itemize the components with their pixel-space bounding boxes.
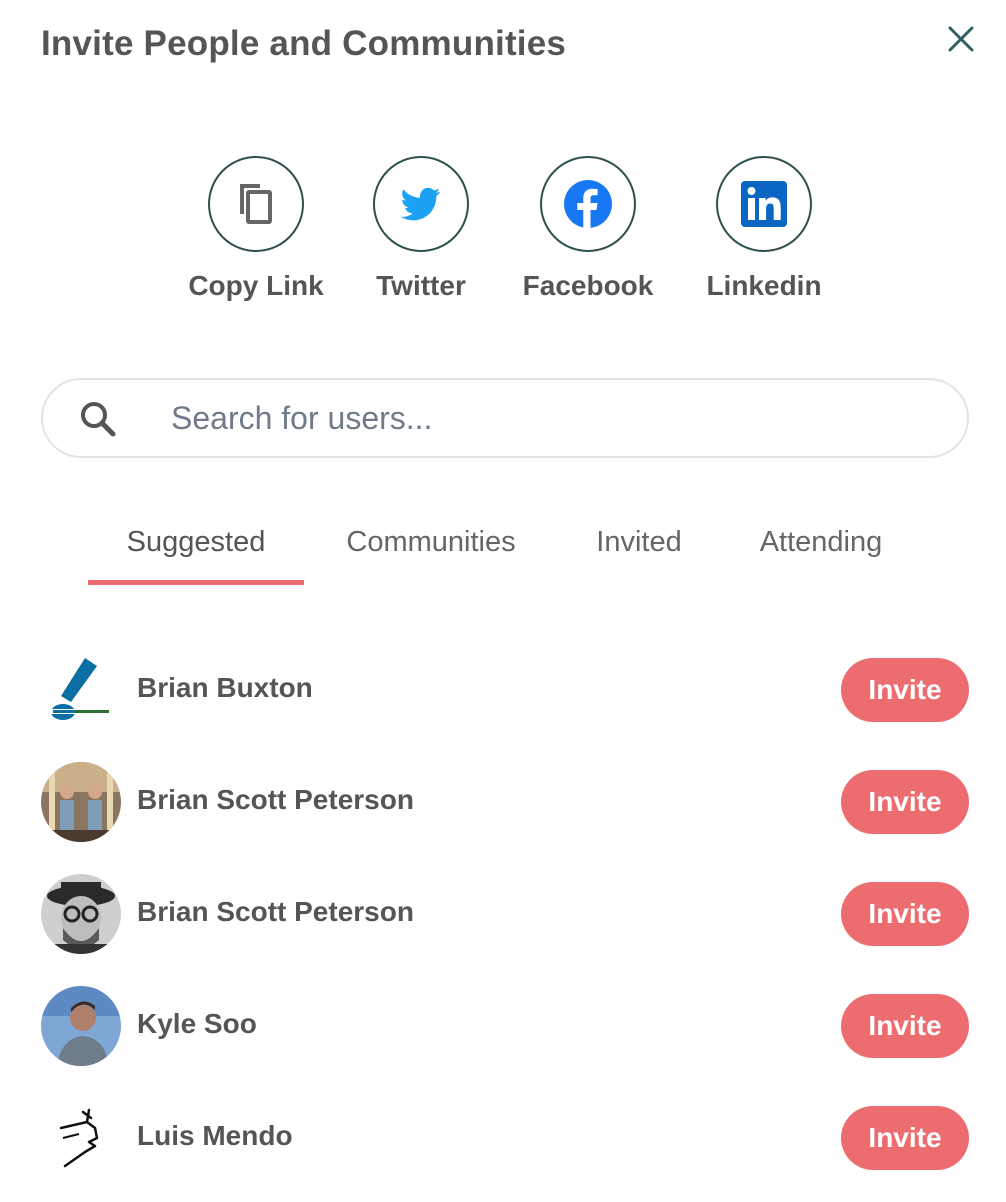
- user-row: Brian Scott Peterson Invite: [41, 762, 969, 842]
- invite-button[interactable]: Invite: [841, 882, 969, 946]
- invite-modal: Invite People and Communities Copy Link …: [0, 0, 1006, 1202]
- share-twitter[interactable]: Twitter: [346, 156, 496, 302]
- avatar[interactable]: [41, 650, 121, 730]
- avatar[interactable]: [41, 874, 121, 954]
- avatar[interactable]: [41, 1098, 121, 1178]
- facebook-icon: [564, 180, 612, 228]
- tab-communities[interactable]: Communities: [326, 520, 536, 586]
- linkedin-button[interactable]: [716, 156, 812, 252]
- facebook-button[interactable]: [540, 156, 636, 252]
- user-name[interactable]: Kyle Soo: [137, 1008, 257, 1040]
- tab-bar: Suggested Communities Invited Attending: [0, 520, 1006, 590]
- linkedin-label: Linkedin: [706, 270, 822, 301]
- user-row: Brian Buxton Invite: [41, 650, 969, 730]
- search-input[interactable]: [171, 394, 931, 442]
- user-row: Luis Mendo Invite: [41, 1098, 969, 1178]
- copy-link-button[interactable]: [208, 156, 304, 252]
- tab-invited[interactable]: Invited: [572, 520, 706, 586]
- twitter-button[interactable]: [373, 156, 469, 252]
- user-name[interactable]: Brian Buxton: [137, 672, 313, 704]
- avatar[interactable]: [41, 986, 121, 1066]
- active-tab-indicator: [88, 580, 304, 585]
- invite-button[interactable]: Invite: [841, 994, 969, 1058]
- avatar[interactable]: [41, 762, 121, 842]
- twitter-label: Twitter: [376, 270, 466, 301]
- tab-suggested[interactable]: Suggested: [88, 520, 304, 586]
- user-name[interactable]: Brian Scott Peterson: [137, 896, 414, 928]
- copy-icon: [240, 184, 272, 224]
- copy-link-label: Copy Link: [188, 270, 324, 301]
- user-name[interactable]: Luis Mendo: [137, 1120, 293, 1152]
- invite-button[interactable]: Invite: [841, 1106, 969, 1170]
- search-bar[interactable]: [41, 378, 969, 458]
- share-copy-link[interactable]: Copy Link: [181, 156, 331, 302]
- linkedin-icon: [741, 181, 787, 227]
- user-name[interactable]: Brian Scott Peterson: [137, 784, 414, 816]
- twitter-icon: [400, 187, 441, 221]
- share-facebook[interactable]: Facebook: [513, 156, 663, 302]
- invite-button[interactable]: Invite: [841, 658, 969, 722]
- invite-button[interactable]: Invite: [841, 770, 969, 834]
- close-button[interactable]: [944, 22, 978, 56]
- search-icon: [79, 400, 117, 443]
- close-icon: [948, 26, 974, 52]
- tab-attending[interactable]: Attending: [736, 520, 906, 586]
- share-linkedin[interactable]: Linkedin: [689, 156, 839, 302]
- facebook-label: Facebook: [522, 270, 654, 301]
- user-row: Kyle Soo Invite: [41, 986, 969, 1066]
- user-row: Brian Scott Peterson Invite: [41, 874, 969, 954]
- modal-title: Invite People and Communities: [41, 24, 567, 63]
